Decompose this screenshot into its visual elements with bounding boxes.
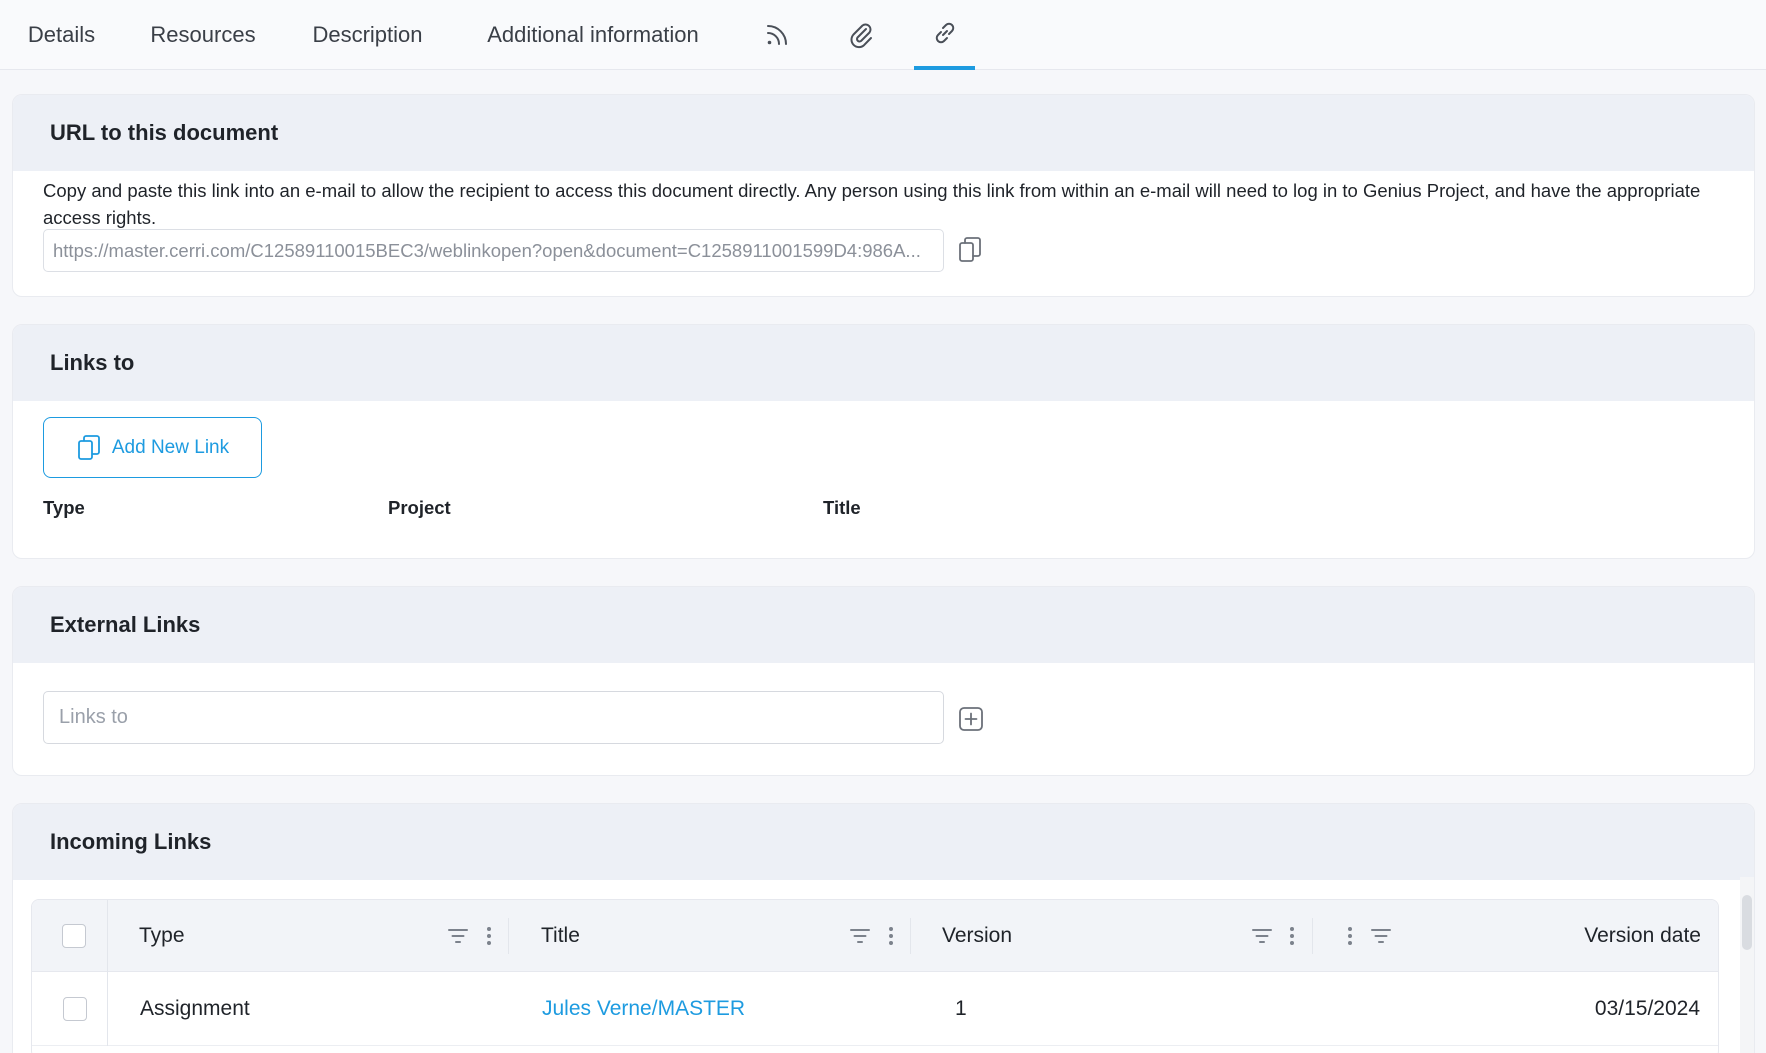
tab-details[interactable]: Details [0, 0, 123, 70]
cell-title-link[interactable]: Jules Verne/MASTER [542, 972, 745, 1046]
column-divider [508, 918, 509, 954]
column-divider [1312, 918, 1313, 954]
incoming-links-section: Incoming Links Type Title Version Versio… [12, 803, 1755, 1053]
filter-icon[interactable] [1249, 923, 1275, 949]
column-divider [107, 972, 108, 1046]
column-menu-icon[interactable] [878, 923, 904, 949]
incoming-links-grid: Type Title Version Version date Assignme… [31, 899, 1719, 1053]
column-menu-icon[interactable] [1279, 923, 1305, 949]
link-icon [935, 22, 954, 44]
column-menu-icon[interactable] [1337, 923, 1363, 949]
paperclip-icon [850, 23, 872, 49]
grid-col-version-date[interactable]: Version date [1584, 900, 1701, 972]
tab-links[interactable] [914, 0, 975, 70]
add-new-link-label: Add New Link [111, 436, 230, 458]
tab-bar: Details Resources Description Additional… [0, 0, 1766, 70]
row-checkbox[interactable] [63, 997, 87, 1021]
select-all-checkbox[interactable] [62, 924, 86, 948]
links-to-col-type: Type [43, 497, 85, 518]
add-external-link-button[interactable] [957, 705, 985, 733]
grid-header-row: Type Title Version Version date [32, 900, 1718, 972]
external-links-section: External Links Links to [12, 586, 1755, 776]
table-row: Assignment Jules Verne/MASTER 1 03/15/20… [32, 972, 1718, 1046]
rss-icon [767, 25, 787, 45]
vertical-scrollbar[interactable] [1740, 877, 1754, 1053]
plus-square-icon [959, 707, 983, 731]
filter-icon[interactable] [445, 923, 471, 949]
grid-col-version[interactable]: Version [942, 900, 1012, 972]
tab-description[interactable]: Description [283, 0, 452, 70]
grid-col-title[interactable]: Title [541, 900, 580, 972]
links-to-title: Links to [13, 325, 1754, 401]
tab-additional-information[interactable]: Additional information [452, 0, 734, 70]
links-to-section: Links to Add New Link Type Project Title [12, 324, 1755, 559]
copy-icon [959, 237, 981, 262]
links-to-col-title: Title [823, 497, 861, 518]
filter-icon[interactable] [1368, 923, 1394, 949]
tab-feed[interactable] [734, 0, 820, 70]
filter-icon[interactable] [847, 923, 873, 949]
grid-col-type[interactable]: Type [139, 900, 185, 972]
external-links-title: External Links [13, 587, 1754, 663]
cell-version-date: 03/15/2024 [1594, 997, 1700, 1020]
url-description: Copy and paste this link into an e-mail … [43, 180, 1701, 228]
incoming-links-title: Incoming Links [13, 804, 1754, 880]
tab-resources[interactable]: Resources [123, 0, 283, 70]
column-divider [910, 918, 911, 954]
tab-attachments[interactable] [820, 0, 902, 70]
add-new-link-button[interactable]: Add New Link [43, 417, 262, 478]
url-section: URL to this document Copy and paste this… [12, 94, 1755, 297]
column-menu-icon[interactable] [476, 923, 502, 949]
document-url-field[interactable]: https://master.cerri.com/C12589110015BEC… [43, 229, 944, 272]
copy-url-button[interactable] [955, 235, 985, 265]
copy-icon [77, 434, 100, 460]
cell-version: 1 [955, 997, 967, 1020]
cell-type: Assignment [140, 997, 250, 1020]
scrollbar-thumb[interactable] [1742, 895, 1752, 950]
links-to-col-project: Project [388, 497, 451, 518]
external-link-input[interactable]: Links to [43, 691, 944, 744]
url-section-title: URL to this document [13, 95, 1754, 171]
column-divider [107, 900, 108, 972]
